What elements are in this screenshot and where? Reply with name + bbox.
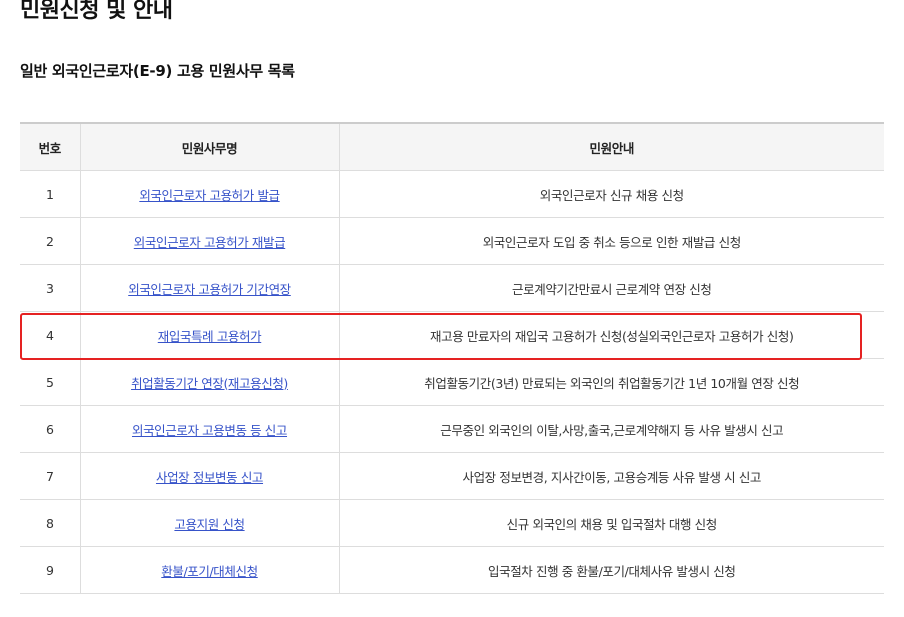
row-task-cell: 환불/포기/대체신청 xyxy=(79,546,339,594)
table-row-highlighted: 4 재입국특례 고용허가 재고용 만료자의 재입국 고용허가 신청(성실외국인근… xyxy=(20,311,884,359)
page-title: 민원신청 및 안내 xyxy=(20,0,173,23)
task-link-workplace-info-change[interactable]: 사업장 정보변동 신고 xyxy=(156,470,263,485)
task-link-refund-waiver-replacement[interactable]: 환불/포기/대체신청 xyxy=(161,564,258,579)
task-link-reentry-special-permit[interactable]: 재입국특례 고용허가 xyxy=(158,329,262,344)
task-link-employment-permit-extension[interactable]: 외국인근로자 고용허가 기간연장 xyxy=(128,282,291,297)
table-row: 7 사업장 정보변동 신고 사업장 정보변경, 지사간이동, 고용승계등 사유 … xyxy=(20,452,884,500)
table-row: 2 외국인근로자 고용허가 재발급 외국인근로자 도입 중 취소 등으로 인한 … xyxy=(20,217,884,265)
table-row: 6 외국인근로자 고용변동 등 신고 근무중인 외국인의 이탈,사망,출국,근로… xyxy=(20,405,884,453)
row-task-cell: 고용지원 신청 xyxy=(79,499,339,547)
row-guide: 근로계약기간만료시 근로계약 연장 신청 xyxy=(338,264,884,312)
row-task-cell: 외국인근로자 고용허가 발급 xyxy=(79,170,339,218)
row-guide: 신규 외국인의 채용 및 입국절차 대행 신청 xyxy=(338,499,884,547)
column-header-number: 번호 xyxy=(20,123,80,171)
row-number: 5 xyxy=(20,358,80,406)
task-link-employment-support[interactable]: 고용지원 신청 xyxy=(174,517,245,532)
row-task-cell: 외국인근로자 고용허가 재발급 xyxy=(79,217,339,265)
table-row: 3 외국인근로자 고용허가 기간연장 근로계약기간만료시 근로계약 연장 신청 xyxy=(20,264,884,312)
row-guide: 사업장 정보변경, 지사간이동, 고용승계등 사유 발생 시 신고 xyxy=(338,452,884,500)
table-row: 8 고용지원 신청 신규 외국인의 채용 및 입국절차 대행 신청 xyxy=(20,499,884,547)
row-guide: 취업활동기간(3년) 만료되는 외국인의 취업활동기간 1년 10개월 연장 신… xyxy=(338,358,884,406)
row-guide: 외국인근로자 도입 중 취소 등으로 인한 재발급 신청 xyxy=(338,217,884,265)
column-header-task-name: 민원사무명 xyxy=(79,123,339,171)
row-task-cell: 사업장 정보변동 신고 xyxy=(79,452,339,500)
civil-affairs-table-container: 번호 민원사무명 민원안내 1 외국인근로자 고용허가 발급 외국인근로자 신규… xyxy=(20,122,884,594)
row-guide: 근무중인 외국인의 이탈,사망,출국,근로계약해지 등 사유 발생시 신고 xyxy=(338,405,884,453)
row-task-cell: 외국인근로자 고용변동 등 신고 xyxy=(79,405,339,453)
civil-affairs-table: 번호 민원사무명 민원안내 1 외국인근로자 고용허가 발급 외국인근로자 신규… xyxy=(20,122,884,594)
row-number: 6 xyxy=(20,405,80,453)
table-row: 9 환불/포기/대체신청 입국절차 진행 중 환불/포기/대체사유 발생시 신청 xyxy=(20,546,884,594)
row-number: 9 xyxy=(20,546,80,594)
row-task-cell: 재입국특례 고용허가 xyxy=(79,311,339,359)
column-header-guide: 민원안내 xyxy=(338,123,884,171)
row-number: 1 xyxy=(20,170,80,218)
row-number: 4 xyxy=(20,311,80,359)
row-number: 3 xyxy=(20,264,80,312)
task-link-employment-permit-reissue[interactable]: 외국인근로자 고용허가 재발급 xyxy=(134,235,286,250)
row-number: 7 xyxy=(20,452,80,500)
task-link-employment-permit-issue[interactable]: 외국인근로자 고용허가 발급 xyxy=(139,188,280,203)
task-link-employment-period-extension[interactable]: 취업활동기간 연장(재고용신청) xyxy=(131,376,288,391)
row-guide: 입국절차 진행 중 환불/포기/대체사유 발생시 신청 xyxy=(338,546,884,594)
row-task-cell: 외국인근로자 고용허가 기간연장 xyxy=(79,264,339,312)
row-guide: 외국인근로자 신규 채용 신청 xyxy=(338,170,884,218)
row-guide: 재고용 만료자의 재입국 고용허가 신청(성실외국인근로자 고용허가 신청) xyxy=(338,311,884,359)
row-number: 2 xyxy=(20,217,80,265)
section-title: 일반 외국인근로자(E-9) 고용 민원사무 목록 xyxy=(20,62,295,80)
row-number: 8 xyxy=(20,499,80,547)
row-task-cell: 취업활동기간 연장(재고용신청) xyxy=(79,358,339,406)
table-header-row: 번호 민원사무명 민원안내 xyxy=(20,123,884,171)
table-row: 5 취업활동기간 연장(재고용신청) 취업활동기간(3년) 만료되는 외국인의 … xyxy=(20,358,884,406)
task-link-employment-change-report[interactable]: 외국인근로자 고용변동 등 신고 xyxy=(132,423,287,438)
table-row: 1 외국인근로자 고용허가 발급 외국인근로자 신규 채용 신청 xyxy=(20,170,884,218)
